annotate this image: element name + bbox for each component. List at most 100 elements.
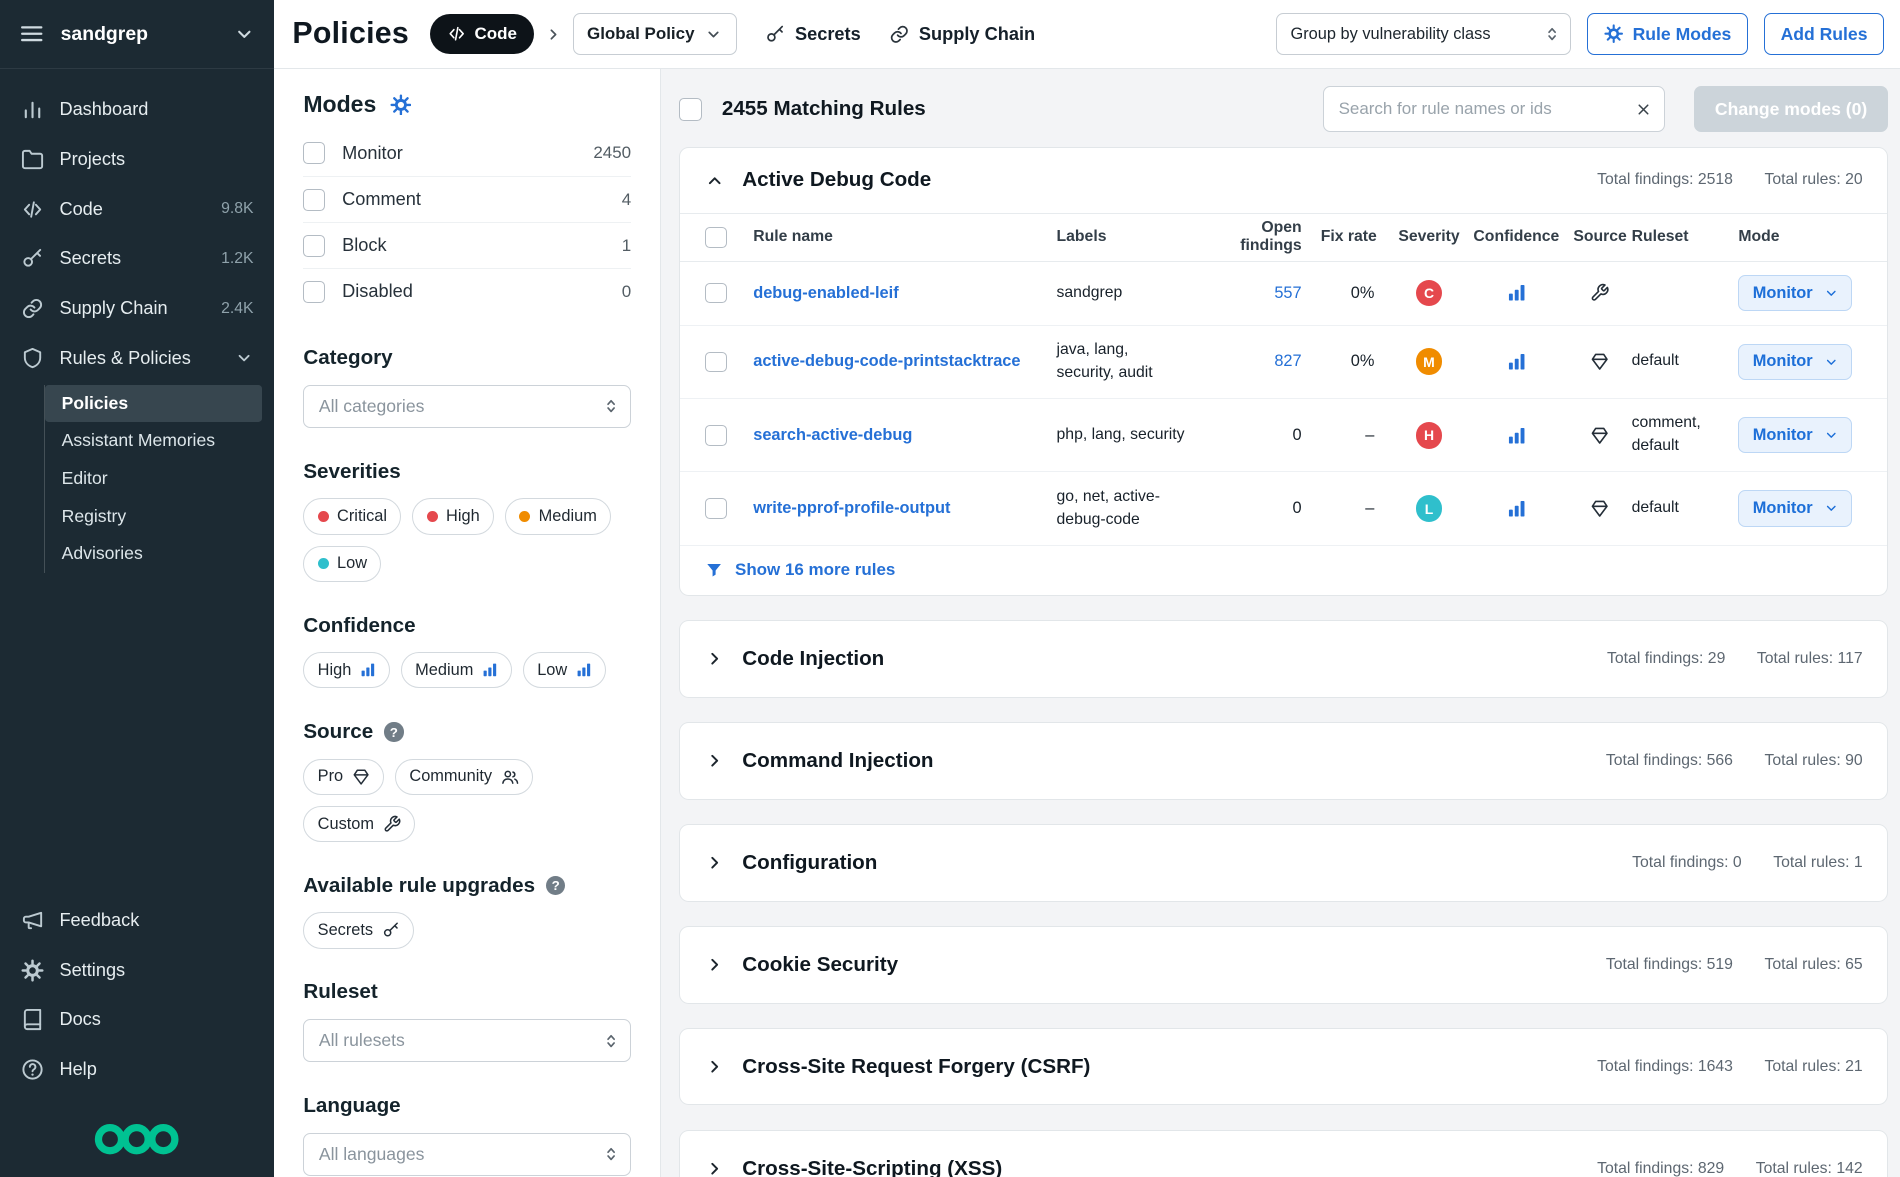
sidebar-item-help[interactable]: Help: [0, 1045, 274, 1095]
expand-group-button[interactable]: [705, 751, 724, 770]
confidence-filter-low[interactable]: Low: [523, 652, 606, 688]
show-more-rules[interactable]: Show 16 more rules: [680, 545, 1886, 595]
chain-link-icon: [889, 24, 910, 45]
group-header[interactable]: Active Debug Code Total findings: 2518 T…: [680, 148, 1886, 213]
rule-search-input[interactable]: [1339, 99, 1626, 119]
group-by-select[interactable]: Group by vulnerability class: [1276, 13, 1571, 54]
rule-group-csrf[interactable]: Cross-Site Request Forgery (CSRF) Total …: [679, 1028, 1887, 1106]
upgrade-filter-secrets[interactable]: Secrets: [303, 912, 414, 948]
mode-filter-monitor[interactable]: Monitor 2450: [303, 130, 631, 176]
category-select[interactable]: All categories: [303, 385, 631, 429]
confidence-filter-high[interactable]: High: [303, 652, 390, 688]
sidebar-item-supply-chain[interactable]: Supply Chain 2.4K: [0, 284, 274, 334]
row-checkbox[interactable]: [705, 352, 727, 373]
sidebar-subitem-label: Advisories: [62, 543, 143, 564]
rule-group-code-injection[interactable]: Code Injection Total findings: 29 Total …: [679, 620, 1887, 698]
sidebar-item-dashboard[interactable]: Dashboard: [0, 85, 274, 135]
expand-group-button[interactable]: [705, 955, 724, 974]
expand-group-button[interactable]: [705, 1159, 724, 1177]
mode-filter-block[interactable]: Block 1: [303, 222, 631, 268]
rule-name-link[interactable]: write-pprof-profile-output: [753, 499, 1056, 518]
mode-filter-comment[interactable]: Comment 4: [303, 176, 631, 222]
source-filter-pro[interactable]: Pro: [303, 759, 384, 795]
language-select[interactable]: All languages: [303, 1133, 631, 1177]
rule-group-command-injection[interactable]: Command Injection Total findings: 566 To…: [679, 722, 1887, 800]
sidebar-subitem-label: Assistant Memories: [62, 430, 215, 451]
sidebar-item-feedback[interactable]: Feedback: [0, 895, 274, 945]
checkbox[interactable]: [303, 189, 325, 211]
row-checkbox[interactable]: [705, 425, 727, 446]
policy-select[interactable]: Global Policy: [573, 13, 737, 54]
help-tooltip-icon[interactable]: ?: [546, 876, 565, 895]
key-icon: [765, 24, 786, 45]
sidebar-item-settings[interactable]: Settings: [0, 945, 274, 995]
checkbox[interactable]: [303, 281, 325, 303]
help-tooltip-icon[interactable]: ?: [384, 722, 403, 741]
select-all-checkbox[interactable]: [679, 98, 702, 121]
sidebar: sandgrep Dashboard Projects Code 9.8K Se…: [0, 0, 274, 1177]
severity-filter-high[interactable]: High: [412, 498, 494, 534]
ruleset-select[interactable]: All rulesets: [303, 1019, 631, 1063]
mode-dropdown[interactable]: Monitor: [1738, 417, 1852, 453]
mode-filter-disabled[interactable]: Disabled 0: [303, 268, 631, 314]
sidebar-item-registry[interactable]: Registry: [45, 497, 262, 535]
sidebar-item-policies[interactable]: Policies: [45, 385, 262, 423]
severity-filter-low[interactable]: Low: [303, 546, 381, 582]
row-checkbox[interactable]: [705, 283, 727, 304]
severity-filter-medium[interactable]: Medium: [505, 498, 611, 534]
rule-name-link[interactable]: search-active-debug: [753, 426, 1056, 445]
hamburger-menu-icon[interactable]: [19, 21, 44, 46]
mode-dropdown[interactable]: Monitor: [1738, 275, 1852, 311]
source-filter-community[interactable]: Community: [395, 759, 533, 795]
checkbox[interactable]: [303, 235, 325, 257]
source-filter-custom[interactable]: Custom: [303, 806, 415, 842]
severities-title: Severities: [303, 460, 631, 484]
fix-rate: –: [1319, 426, 1394, 445]
add-rules-button[interactable]: Add Rules: [1764, 13, 1884, 54]
group-title: Cross-Site-Scripting (XSS): [742, 1157, 1002, 1177]
modes-settings-gear-icon[interactable]: [390, 94, 412, 116]
sidebar-item-secrets[interactable]: Secrets 1.2K: [0, 234, 274, 284]
sidebar-item-editor[interactable]: Editor: [45, 460, 262, 498]
checkbox[interactable]: [303, 142, 325, 164]
product-tab-secrets[interactable]: Secrets: [765, 24, 861, 45]
row-checkbox[interactable]: [705, 498, 727, 519]
sidebar-item-assistant-memories[interactable]: Assistant Memories: [45, 422, 262, 460]
chevron-right-icon: [705, 1057, 724, 1076]
rule-group-configuration[interactable]: Configuration Total findings: 0 Total ru…: [679, 824, 1887, 902]
product-tab-supply-chain[interactable]: Supply Chain: [889, 24, 1036, 45]
org-switcher[interactable]: sandgrep: [0, 0, 274, 69]
sidebar-item-advisories[interactable]: Advisories: [45, 535, 262, 573]
rule-group-cookie-security[interactable]: Cookie Security Total findings: 519 Tota…: [679, 926, 1887, 1004]
expand-group-button[interactable]: [705, 1057, 724, 1076]
mode-dropdown[interactable]: Monitor: [1738, 344, 1852, 380]
total-findings: Total findings: 519: [1606, 956, 1733, 974]
product-tab-code[interactable]: Code: [430, 14, 534, 54]
sidebar-item-code[interactable]: Code 9.8K: [0, 184, 274, 234]
sidebar-item-projects[interactable]: Projects: [0, 135, 274, 185]
confidence-filter-medium[interactable]: Medium: [401, 652, 512, 688]
total-findings: Total findings: 29: [1607, 650, 1725, 668]
expand-group-button[interactable]: [705, 853, 724, 872]
group-select-checkbox[interactable]: [705, 227, 727, 248]
rule-group-xss[interactable]: Cross-Site-Scripting (XSS) Total finding…: [679, 1130, 1887, 1177]
pro-gem-icon: [352, 768, 370, 786]
expand-group-button[interactable]: [705, 649, 724, 668]
group-title: Cross-Site Request Forgery (CSRF): [742, 1055, 1090, 1079]
rule-name-link[interactable]: active-debug-code-printstacktrace: [753, 352, 1056, 371]
low-dot-icon: [318, 558, 329, 569]
open-findings-link[interactable]: 557: [1274, 284, 1301, 302]
mode-dropdown[interactable]: Monitor: [1738, 490, 1852, 526]
clear-search-button[interactable]: [1635, 101, 1652, 118]
severity-filter-critical[interactable]: Critical: [303, 498, 401, 534]
sidebar-item-docs[interactable]: Docs: [0, 995, 274, 1045]
chain-link-icon: [21, 297, 44, 320]
col-confidence: Confidence: [1464, 228, 1568, 246]
confidence-bars-icon: [576, 662, 592, 678]
open-findings-link[interactable]: 827: [1274, 352, 1301, 370]
rule-name-link[interactable]: debug-enabled-leif: [753, 284, 1056, 303]
rule-modes-button[interactable]: Rule Modes: [1587, 13, 1748, 54]
collapse-group-button[interactable]: [705, 171, 724, 190]
change-modes-button[interactable]: Change modes (0): [1694, 86, 1888, 132]
sidebar-item-rules-policies[interactable]: Rules & Policies: [0, 334, 274, 384]
